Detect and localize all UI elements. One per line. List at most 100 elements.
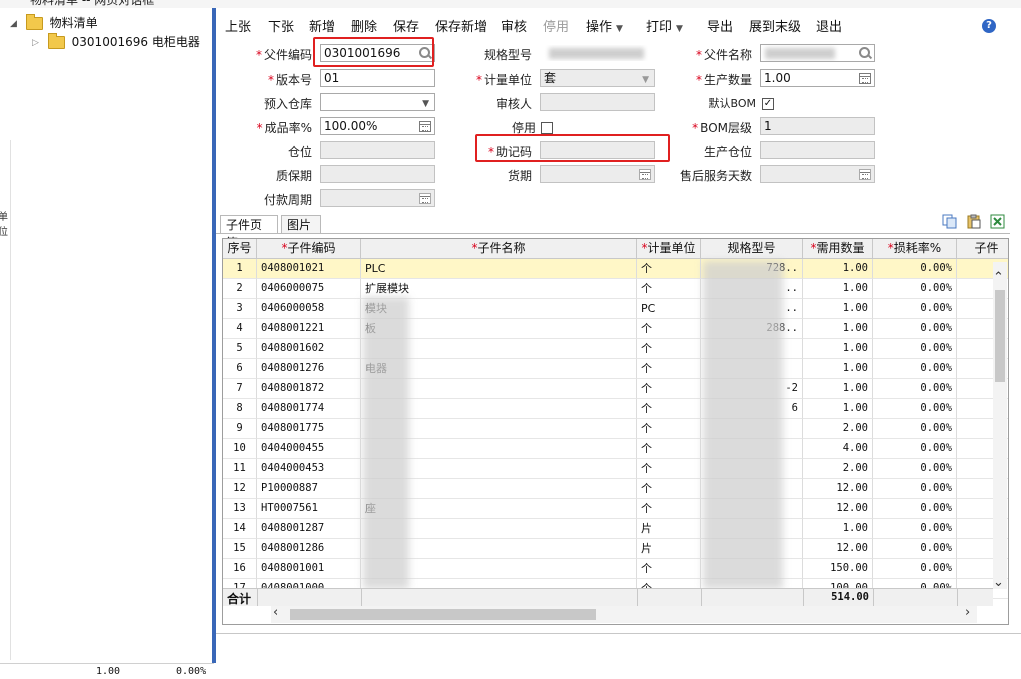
cell-unit[interactable]: 个 [637,279,701,299]
cell-unit[interactable]: 个 [637,479,701,499]
tab-child-items[interactable]: 子件页签 [220,215,278,250]
paste-icon[interactable] [966,214,982,229]
col-header-child[interactable]: 子件 [957,239,1008,259]
cell-no[interactable]: 14 [223,519,257,539]
col-header-unit[interactable]: *计量单位 [637,239,701,259]
disable-button[interactable]: 停用 [543,16,569,35]
collapse-triangle-icon[interactable]: ▷ [32,38,44,48]
cell-unit[interactable]: 个 [637,339,701,359]
cell-code[interactable]: 0406000058 [257,299,361,319]
cell-loss[interactable]: 0.00% [873,419,957,439]
cell-qty[interactable]: 1.00 [803,279,873,299]
scroll-left-icon[interactable]: ‹ [273,605,278,620]
cell-no[interactable]: 12 [223,479,257,499]
cell-unit[interactable]: PC [637,299,701,319]
export-button[interactable]: 导出 [707,16,733,35]
cell-qty[interactable]: 1.00 [803,399,873,419]
table-row[interactable]: 11 0404000453 个 2.00 0.00% [223,459,1008,479]
cell-loss[interactable]: 0.00% [873,479,957,499]
cell-loss[interactable]: 0.00% [873,519,957,539]
col-header-name[interactable]: *子件名称 [361,239,637,259]
col-header-qty[interactable]: *需用数量 [803,239,873,259]
cell-loss[interactable]: 0.00% [873,439,957,459]
cell-qty[interactable]: 1.00 [803,319,873,339]
cell-code[interactable]: 0408001287 [257,519,361,539]
pre-warehouse-select[interactable]: ▼ [320,93,435,111]
table-row[interactable]: 10 0404000455 个 4.00 0.00% [223,439,1008,459]
add-button[interactable]: 新增 [309,16,335,35]
table-row[interactable]: 10408001021PLC个728..1.000.00% [223,259,1008,279]
cell-unit[interactable]: 片 [637,519,701,539]
cell-no[interactable]: 6 [223,359,257,379]
cell-no[interactable]: 16 [223,559,257,579]
cell-code[interactable]: 0408001774 [257,399,361,419]
cell-unit[interactable]: 个 [637,439,701,459]
table-row[interactable]: 5 0408001602 个 1.00 0.00% [223,339,1008,359]
cell-loss[interactable]: 0.00% [873,279,957,299]
table-row[interactable]: 16 0408001001 个 150.00 0.00% [223,559,1008,579]
cell-unit[interactable]: 个 [637,379,701,399]
cell-loss[interactable]: 0.00% [873,339,957,359]
cell-loss[interactable]: 0.00% [873,539,957,559]
cell-unit[interactable]: 个 [637,359,701,379]
table-row[interactable]: 9 0408001775 个 2.00 0.00% [223,419,1008,439]
cell-qty[interactable]: 1.00 [803,519,873,539]
print-menu-button[interactable]: 打印 ▼ [646,16,683,35]
cell-name[interactable]: 扩展模块 [361,279,637,299]
tree-root[interactable]: ◢ 物料清单 [10,14,98,31]
expand-triangle-icon[interactable]: ◢ [10,19,22,29]
cell-code[interactable]: 0408001001 [257,559,361,579]
review-button[interactable]: 审核 [501,16,527,35]
cell-no[interactable]: 1 [223,259,257,279]
scroll-right-icon[interactable]: › [965,605,970,620]
table-row[interactable]: 14 0408001287 片 1.00 0.00% [223,519,1008,539]
cell-no[interactable]: 3 [223,299,257,319]
spec-field[interactable] [540,44,655,62]
panel-splitter[interactable] [212,8,216,663]
unit-select[interactable]: 套 ▼ [540,69,655,87]
cell-no[interactable]: 11 [223,459,257,479]
cell-loss[interactable]: 0.00% [873,379,957,399]
table-row[interactable]: 60408001276电器个1.000.00% [223,359,1008,379]
next-button[interactable]: 下张 [268,16,294,35]
cell-no[interactable]: 15 [223,539,257,559]
table-row[interactable]: 8 0408001774 个 6 1.00 0.00% [223,399,1008,419]
cell-no[interactable]: 7 [223,379,257,399]
cell-code[interactable]: 0408001021 [257,259,361,279]
calculator-icon[interactable] [859,73,871,84]
excel-export-icon[interactable] [990,214,1006,229]
table-row[interactable]: 30406000058模块PC..1.000.00% [223,299,1008,319]
cell-qty[interactable]: 4.00 [803,439,873,459]
cell-loss[interactable]: 0.00% [873,559,957,579]
cell-unit[interactable]: 个 [637,459,701,479]
table-row[interactable]: 12 P10000887 个 12.00 0.00% [223,479,1008,499]
col-header-code[interactable]: *子件编码 [257,239,361,259]
cell-no[interactable]: 5 [223,339,257,359]
tab-images[interactable]: 图片 [281,215,321,234]
cell-name[interactable]: PLC [361,259,637,279]
cell-unit[interactable]: 个 [637,559,701,579]
cell-qty[interactable]: 2.00 [803,419,873,439]
scroll-down-icon[interactable]: ⌄ [993,575,1004,590]
col-header-no[interactable]: 序号 [223,239,257,259]
cell-loss[interactable]: 0.00% [873,259,957,279]
save-button[interactable]: 保存 [393,16,419,35]
col-header-spec[interactable]: 规格型号 [701,239,803,259]
cell-no[interactable]: 13 [223,499,257,519]
help-icon[interactable]: ? [982,19,996,33]
cell-unit[interactable]: 个 [637,419,701,439]
cell-no[interactable]: 2 [223,279,257,299]
cell-no[interactable]: 4 [223,319,257,339]
cell-loss[interactable]: 0.00% [873,459,957,479]
cell-qty[interactable]: 2.00 [803,459,873,479]
cell-code[interactable]: 0408001286 [257,539,361,559]
cell-qty[interactable]: 12.00 [803,499,873,519]
cell-unit[interactable]: 片 [637,539,701,559]
cell-code[interactable]: 0408001872 [257,379,361,399]
calculator-icon[interactable] [419,121,431,132]
delete-button[interactable]: 删除 [351,16,377,35]
vertical-scroll-thumb[interactable] [995,290,1005,382]
cell-unit[interactable]: 个 [637,399,701,419]
cell-code[interactable]: 0408001221 [257,319,361,339]
copy-icon[interactable] [942,214,958,229]
